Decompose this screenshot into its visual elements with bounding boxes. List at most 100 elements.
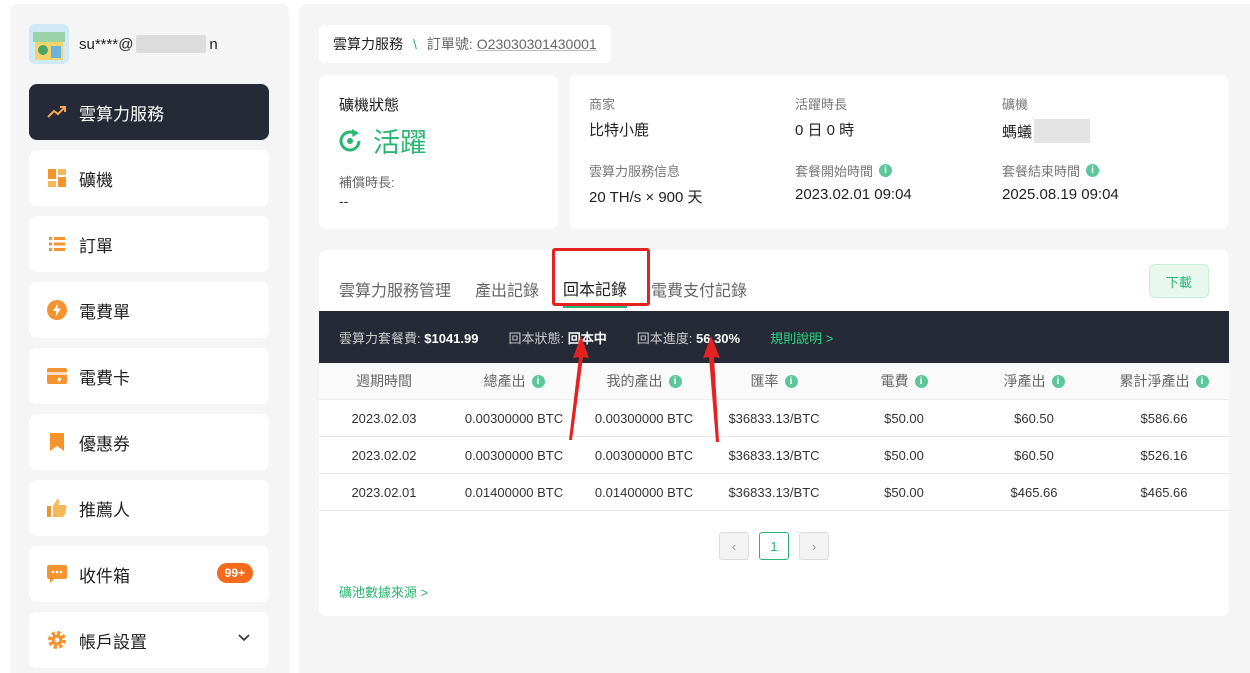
- miner-status-title: 礦機狀態: [339, 97, 400, 114]
- gear-icon: [47, 630, 67, 650]
- cell-my-output: 0.00300000 BTC: [594, 447, 694, 463]
- rules-link[interactable]: 規則說明 >: [770, 328, 833, 347]
- sidebar-item-label: 優惠券: [79, 434, 130, 454]
- cell-period: 2023.02.03: [351, 410, 417, 426]
- info-icon[interactable]: i: [531, 374, 545, 388]
- annotation-arrow-status: [569, 336, 589, 440]
- sidebar-item-label: 電費單: [79, 302, 130, 322]
- email-suffix: n: [209, 35, 218, 53]
- cell-period: 2023.02.01: [351, 484, 417, 500]
- end-time-label: 套餐結束時間 i: [1002, 161, 1100, 180]
- chat-icon: [47, 564, 67, 584]
- thumbs-up-icon: [47, 498, 67, 518]
- miner-label: 礦機: [1002, 97, 1029, 112]
- col-cumulative-net: 累計淨產出 i: [1099, 371, 1229, 391]
- miner-value: 螞蟻: [1002, 119, 1091, 143]
- tab-electricity-payment-records[interactable]: 電費支付記錄: [651, 270, 747, 308]
- info-icon[interactable]: i: [879, 164, 893, 177]
- inbox-badge: 99+: [216, 563, 253, 583]
- cell-my-output: 0.01400000 BTC: [594, 484, 694, 500]
- grid-icon: [47, 168, 67, 188]
- prev-page-button[interactable]: ‹: [719, 532, 749, 560]
- annotation-arrow-progress: [703, 336, 720, 442]
- miner-status-text: 活躍: [373, 128, 427, 158]
- sidebar-item-label: 推薦人: [79, 500, 130, 520]
- payback-summary-bar: 雲算力套餐費: $1041.99 回本狀態: 回本中 回本進度: 56.30% …: [319, 311, 1229, 363]
- service-info-value: 20 TH/s × 900 天: [589, 189, 703, 206]
- miner-status-value: 活躍: [337, 121, 427, 160]
- sidebar-item-referrer[interactable]: 推薦人: [29, 480, 269, 536]
- merchant-label: 商家: [589, 97, 616, 112]
- col-net-output: 淨產出 i: [969, 371, 1099, 391]
- info-icon[interactable]: i: [668, 374, 682, 388]
- compensation-value: --: [339, 193, 349, 209]
- header-label: 電費: [880, 373, 909, 389]
- payback-status-label: 回本狀態:: [508, 330, 565, 346]
- cell-electricity: $50.00: [884, 447, 924, 463]
- refresh-icon: [339, 128, 361, 151]
- sidebar-item-coupons[interactable]: 優惠券: [29, 414, 269, 470]
- cell-total-output: 0.00300000 BTC: [464, 447, 564, 463]
- sidebar-item-electricity-card[interactable]: 電費卡: [29, 348, 269, 404]
- service-info-label: 雲算力服務信息: [589, 164, 681, 179]
- sidebar: su****@ n 雲算力服務 礦機 訂單 電費單 電費卡 優惠券 推薦人 收件…: [10, 4, 289, 673]
- header-label: 累計淨產出: [1119, 373, 1190, 389]
- sidebar-item-label: 帳戶設置: [79, 632, 147, 652]
- tab-output-records[interactable]: 產出記錄: [475, 270, 539, 308]
- col-period: 週期時間: [319, 371, 449, 391]
- email-prefix: su****@: [79, 35, 134, 53]
- sidebar-item-cloud-service[interactable]: 雲算力服務: [29, 84, 269, 140]
- info-icon[interactable]: i: [784, 374, 798, 388]
- miner-redaction: [1034, 119, 1091, 143]
- order-number: O23030301430001: [476, 36, 597, 52]
- package-fee: 雲算力套餐費: $1041.99: [339, 328, 478, 347]
- cell-period: 2023.02.02: [351, 447, 417, 463]
- end-time-value: 2025.08.19 09:04: [1002, 186, 1119, 203]
- breadcrumb: 雲算力服務 \ 訂單號: O23030301430001: [319, 25, 611, 63]
- compensation-label: 補償時長:: [339, 175, 395, 190]
- info-icon[interactable]: i: [1051, 374, 1065, 388]
- cell-net-output: $60.50: [1014, 410, 1054, 426]
- service-info-card: 商家 比特小鹿 活躍時長 0 日 0 時 礦機 螞蟻 雲算力服務信息 20 TH…: [569, 75, 1229, 229]
- cell-cumulative-net: $526.16: [1140, 447, 1188, 463]
- info-icon[interactable]: i: [914, 374, 928, 388]
- cell-my-output: 0.00300000 BTC: [594, 410, 694, 426]
- end-time-label-text: 套餐結束時間: [1002, 164, 1081, 179]
- highlight-box: [552, 248, 650, 306]
- sidebar-item-miners[interactable]: 礦機: [29, 150, 269, 206]
- table-row: 2023.02.02 0.00300000 BTC 0.00300000 BTC…: [319, 437, 1229, 474]
- sidebar-item-label: 雲算力服務: [79, 104, 164, 124]
- pagination: ‹ 1 ›: [719, 532, 839, 560]
- col-electricity: 電費 i: [839, 371, 969, 391]
- cell-net-output: $465.66: [1010, 484, 1058, 500]
- sidebar-item-inbox[interactable]: 收件箱 99+: [29, 546, 269, 602]
- header-label: 淨產出: [1003, 373, 1046, 389]
- download-button[interactable]: 下載: [1149, 264, 1209, 298]
- start-time-label: 套餐開始時間 i: [795, 161, 893, 180]
- user-info[interactable]: su****@ n: [29, 23, 218, 65]
- order-number-label: 訂單號:: [426, 36, 473, 52]
- chevron-down-icon[interactable]: [237, 629, 251, 649]
- breadcrumb-section[interactable]: 雲算力服務: [333, 34, 403, 54]
- merchant-value: 比特小鹿: [589, 122, 650, 139]
- records-card: 雲算力服務管理 產出記錄 回本記錄 電費支付記錄 下載 雲算力套餐費: $104…: [319, 248, 1229, 616]
- page-1-button[interactable]: 1: [759, 532, 789, 560]
- next-page-button[interactable]: ›: [799, 532, 829, 560]
- pool-data-source-link[interactable]: 礦池數據來源 >: [339, 582, 428, 601]
- info-icon[interactable]: i: [1195, 374, 1209, 388]
- sidebar-item-electricity-bill[interactable]: 電費單: [29, 282, 269, 338]
- cell-net-output: $60.50: [1014, 447, 1054, 463]
- main-panel: 雲算力服務 \ 訂單號: O23030301430001 礦機狀態 活躍 補償時…: [299, 4, 1250, 673]
- avatar: [29, 24, 69, 64]
- package-fee-label: 雲算力套餐費:: [339, 330, 421, 346]
- email-redaction: [136, 35, 207, 53]
- sidebar-item-label: 收件箱: [79, 566, 130, 586]
- sidebar-item-account-settings[interactable]: 帳戶設置: [29, 612, 269, 668]
- header-label: 匯率: [750, 373, 779, 389]
- user-email: su****@ n: [79, 35, 218, 53]
- table-row: 2023.02.03 0.00300000 BTC 0.00300000 BTC…: [319, 400, 1229, 437]
- info-icon[interactable]: i: [1086, 164, 1100, 177]
- tab-service-management[interactable]: 雲算力服務管理: [339, 270, 451, 308]
- sidebar-item-orders[interactable]: 訂單: [29, 216, 269, 272]
- start-time-label-text: 套餐開始時間: [795, 164, 874, 179]
